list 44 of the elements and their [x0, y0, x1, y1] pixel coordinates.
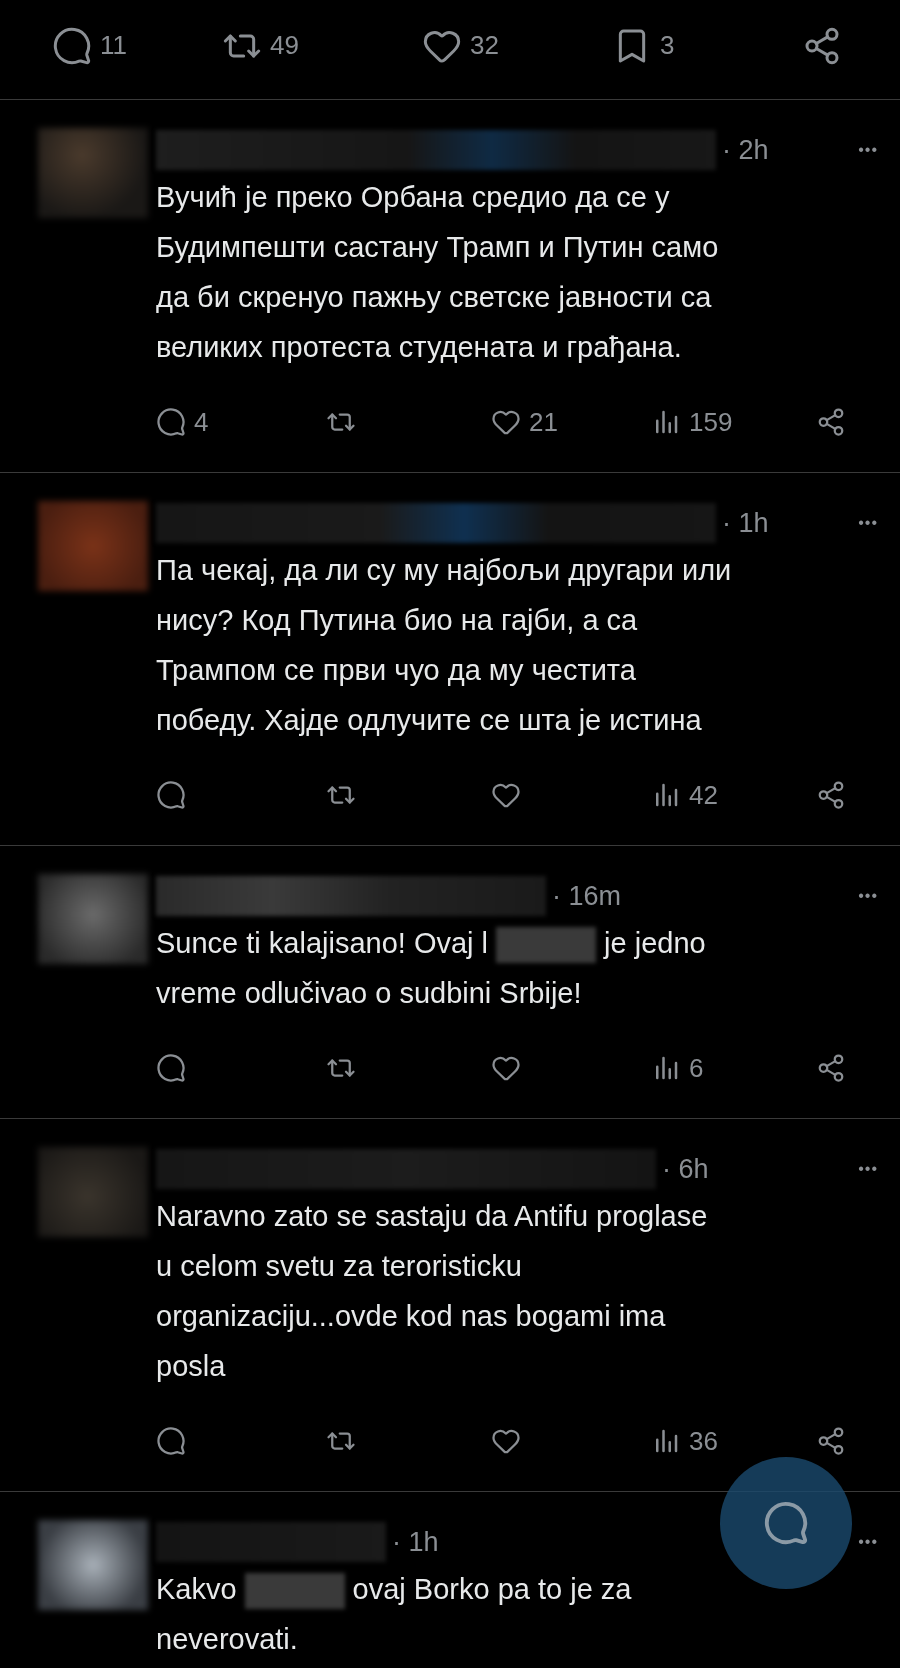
reply-text: Kakvo ovaj Borko pa to je za neverovati. — [156, 1572, 633, 1657]
like-button[interactable]: 32 — [422, 25, 499, 66]
share-button[interactable] — [816, 780, 846, 810]
share-icon — [816, 1426, 846, 1456]
repost-button[interactable]: 49 — [222, 25, 299, 66]
reply-text: Вучић је преко Орбана средио да се у Будимпешти састану Трамп и Путин само да би скренуо пажњу светске јавности са великих протеста студената и грађана. — [156, 180, 720, 365]
reply-text: Naravno zato se sastaju da Antifu proglase u celom svetu za teroristicku organizaciju...ovde kod nas bogami ima posla — [156, 1199, 709, 1384]
reply-button[interactable]: 11 — [52, 25, 127, 66]
more-options[interactable]: ••• — [858, 1530, 878, 1554]
reply-icon — [763, 1500, 809, 1546]
reply-icon — [156, 1426, 186, 1456]
more-options[interactable]: ••• — [858, 138, 878, 162]
bookmark-button[interactable]: 3 — [612, 25, 675, 66]
reply-text: Sunce ti kalajisano! Ovaj l je jedno vreme odlučivao o sudbini Srbije! — [156, 926, 707, 1011]
more-options[interactable]: ••• — [858, 511, 878, 535]
like-button[interactable]: 21 — [491, 402, 558, 442]
reply-button[interactable] — [156, 780, 186, 810]
share-icon — [816, 780, 846, 810]
avatar[interactable] — [38, 1520, 148, 1610]
share-icon — [816, 407, 846, 437]
reply-button[interactable] — [156, 1053, 186, 1083]
timestamp: · 16m — [552, 879, 622, 913]
avatar[interactable] — [38, 874, 148, 964]
reply-icon — [156, 780, 186, 810]
views-button[interactable]: 159 — [651, 402, 733, 442]
share-button[interactable] — [816, 1053, 846, 1083]
reply-button[interactable]: 4 — [156, 402, 209, 442]
share-button[interactable] — [816, 407, 846, 437]
share-icon — [816, 1053, 846, 1083]
views-button[interactable]: 36 — [651, 1421, 718, 1461]
share-button[interactable] — [816, 1426, 846, 1456]
reply-text: Па чекај, да ли су му најбољи другари или нису? Код Путина био на гајби, а са Трампом се први чуо да му честита победу. Хајде одлучите се шта је истина — [156, 553, 733, 738]
reply-icon — [156, 407, 186, 437]
timestamp: · 1h — [722, 506, 769, 540]
views-button[interactable]: 6 — [651, 1048, 704, 1088]
timestamp: · 6h — [662, 1152, 709, 1186]
timestamp: · 1h — [392, 1525, 439, 1559]
reply-button[interactable] — [156, 1426, 186, 1456]
more-options[interactable]: ••• — [858, 1157, 878, 1181]
reply-icon — [156, 1053, 186, 1083]
reply-icon — [52, 25, 92, 66]
more-options[interactable]: ••• — [858, 884, 878, 908]
views-button[interactable]: 42 — [651, 775, 718, 815]
timestamp: · 2h — [722, 133, 769, 167]
